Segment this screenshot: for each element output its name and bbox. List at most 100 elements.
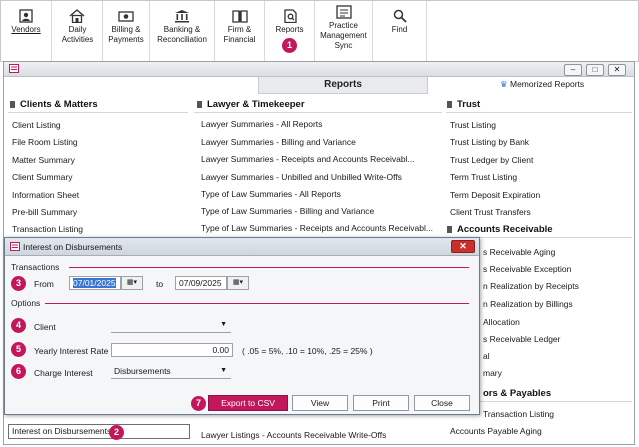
toolbar-billing-label: Billing & Payments	[108, 25, 144, 44]
memorized-reports-link[interactable]: ♛ Memorized Reports	[500, 79, 584, 90]
dialog-close-icon[interactable]: ✕	[451, 240, 475, 253]
export-csv-button[interactable]: Export to CSV	[208, 395, 288, 411]
selected-report-interest-on-disbursements[interactable]: Interest on Disbursements	[8, 424, 190, 439]
toolbar-banking-label: Banking & Reconciliation	[157, 25, 207, 44]
charge-interest-combo[interactable]: Disbursements ▼	[111, 365, 231, 379]
sync-icon	[335, 5, 352, 19]
from-calendar-button[interactable]: ▦▾	[121, 276, 143, 290]
report-lawyer-billing[interactable]: Lawyer Summaries - Billing and Variance	[201, 137, 356, 147]
report-typeoflaw-all[interactable]: Type of Law Summaries - All Reports	[201, 189, 341, 199]
step-badge-6: 6	[11, 364, 26, 379]
section-icon	[447, 101, 452, 108]
section-icon	[447, 226, 452, 233]
report-client-summary[interactable]: Client Summary	[12, 172, 72, 182]
to-calendar-button[interactable]: ▦▾	[227, 276, 249, 290]
lawyer-timekeeper-heading: Lawyer & Timekeeper	[197, 99, 305, 110]
report-file-room-listing[interactable]: File Room Listing	[12, 137, 78, 147]
chevron-down-icon: ▼	[220, 321, 227, 328]
report-summary[interactable]: mary	[483, 368, 502, 378]
report-trust-ledger[interactable]: Trust Ledger by Client	[450, 155, 533, 165]
report-term-deposit[interactable]: Term Deposit Expiration	[450, 190, 540, 200]
report-ar-exception[interactable]: s Receivable Exception	[483, 264, 571, 274]
toolbar-vendors-button[interactable]: Vendors	[1, 1, 52, 61]
print-button[interactable]: Print	[353, 395, 409, 411]
to-date-input[interactable]: 07/09/2025	[175, 276, 227, 290]
toolbar-reports-label: Reports	[275, 25, 304, 34]
report-ar-ledger[interactable]: s Receivable Ledger	[483, 334, 561, 344]
payables-heading: ors & Payables	[483, 388, 551, 399]
report-realization-billings[interactable]: n Realization by Billings	[483, 299, 573, 309]
toolbar-firm-financial-button[interactable]: Firm & Financial	[215, 1, 265, 61]
calendar-icon: ▦▾	[232, 279, 244, 286]
window-close-button[interactable]: ✕	[608, 64, 626, 76]
section-icon	[10, 101, 15, 108]
step-badge-5: 5	[11, 342, 26, 357]
yearly-rate-input[interactable]: 0.00	[111, 343, 233, 357]
report-trust-listing[interactable]: Trust Listing	[450, 120, 496, 130]
bank-icon	[175, 10, 189, 23]
step-badge-3: 3	[11, 276, 26, 291]
group-divider	[69, 267, 469, 268]
memorized-icon: ♛	[500, 79, 508, 89]
transactions-group-label: Transactions	[11, 262, 60, 272]
toolbar-daily-activities-button[interactable]: Daily Activities	[52, 1, 103, 61]
client-label: Client	[34, 322, 56, 332]
report-term-trust[interactable]: Term Trust Listing	[450, 172, 517, 182]
report-client-trust-transfers[interactable]: Client Trust Transfers	[450, 207, 531, 217]
clients-matters-title: Clients & Matters	[20, 99, 98, 110]
step-badge-7: 7	[191, 396, 206, 411]
window-app-icon	[9, 64, 19, 73]
close-button[interactable]: Close	[414, 395, 470, 411]
view-button[interactable]: View	[292, 395, 348, 411]
toolbar-banking-button[interactable]: Banking & Reconciliation	[150, 1, 215, 61]
reports-window-titlebar: – □ ✕	[4, 62, 634, 77]
toolbar-find-label: Find	[391, 25, 408, 34]
clients-matters-heading: Clients & Matters	[10, 99, 98, 110]
section-icon	[197, 101, 202, 108]
report-prebill-summary[interactable]: Pre-bill Summary	[12, 207, 77, 217]
dialog-title: Interest on Disbursements	[23, 242, 123, 252]
step-badge-1: 1	[282, 38, 297, 53]
client-combo[interactable]: ▼	[111, 319, 231, 333]
yearly-rate-label: Yearly Interest Rate	[34, 346, 109, 356]
report-trust-by-bank[interactable]: Trust Listing by Bank	[450, 137, 529, 147]
toolbar-find-button[interactable]: Find	[373, 1, 427, 61]
report-realization-receipts[interactable]: n Realization by Receipts	[483, 281, 579, 291]
report-lawyer-ar-writeoffs[interactable]: Lawyer Listings - Accounts Receivable Wr…	[201, 430, 386, 440]
payables-title: ors & Payables	[483, 388, 552, 399]
report-matter-summary[interactable]: Matter Summary	[12, 155, 75, 165]
report-typeoflaw-billing[interactable]: Type of Law Summaries - Billing and Vari…	[201, 206, 374, 216]
toolbar-daily-activities-label: Daily Activities	[61, 25, 94, 44]
divider	[446, 112, 632, 113]
dialog-app-icon	[10, 242, 20, 251]
maximize-button[interactable]: □	[586, 64, 604, 76]
trust-heading: Trust	[447, 99, 480, 110]
rate-hint: ( .05 = 5%, .10 = 10%, .25 = 25% )	[242, 346, 373, 356]
options-group-label: Options	[11, 298, 41, 308]
toolbar-billing-button[interactable]: Billing & Payments	[103, 1, 150, 61]
report-information-sheet[interactable]: Information Sheet	[12, 190, 79, 200]
report-client-listing[interactable]: Client Listing	[12, 120, 61, 130]
reports-icon	[283, 9, 297, 23]
report-ap-aging[interactable]: Accounts Payable Aging	[450, 426, 542, 436]
home-icon	[69, 9, 85, 23]
book-icon	[231, 10, 248, 23]
charge-interest-label: Charge Interest	[34, 368, 93, 378]
from-date-input[interactable]: 07/01/2025	[69, 276, 121, 290]
report-journal[interactable]: al	[483, 351, 490, 361]
report-ar-aging[interactable]: s Receivable Aging	[483, 247, 555, 257]
group-divider	[45, 303, 469, 304]
accounts-receivable-title: Accounts Receivable	[457, 224, 553, 235]
report-allocation[interactable]: Allocation	[483, 317, 520, 327]
report-lawyer-all[interactable]: Lawyer Summaries - All Reports	[201, 119, 322, 129]
report-typeoflaw-receipts[interactable]: Type of Law Summaries - Receipts and Acc…	[201, 223, 433, 233]
report-ap-transaction-listing[interactable]: Transaction Listing	[483, 409, 554, 419]
report-lawyer-unbilled[interactable]: Lawyer Summaries - Unbilled and Unbilled…	[201, 172, 402, 182]
trust-title: Trust	[457, 99, 481, 110]
reports-tab-title: Reports	[258, 77, 428, 94]
toolbar-pm-sync-button[interactable]: Practice Management Sync	[315, 1, 373, 61]
step-badge-2: 2	[109, 425, 124, 440]
report-lawyer-receipts[interactable]: Lawyer Summaries - Receipts and Accounts…	[201, 154, 415, 164]
report-transaction-listing[interactable]: Transaction Listing	[12, 224, 83, 234]
minimize-button[interactable]: –	[564, 64, 582, 76]
